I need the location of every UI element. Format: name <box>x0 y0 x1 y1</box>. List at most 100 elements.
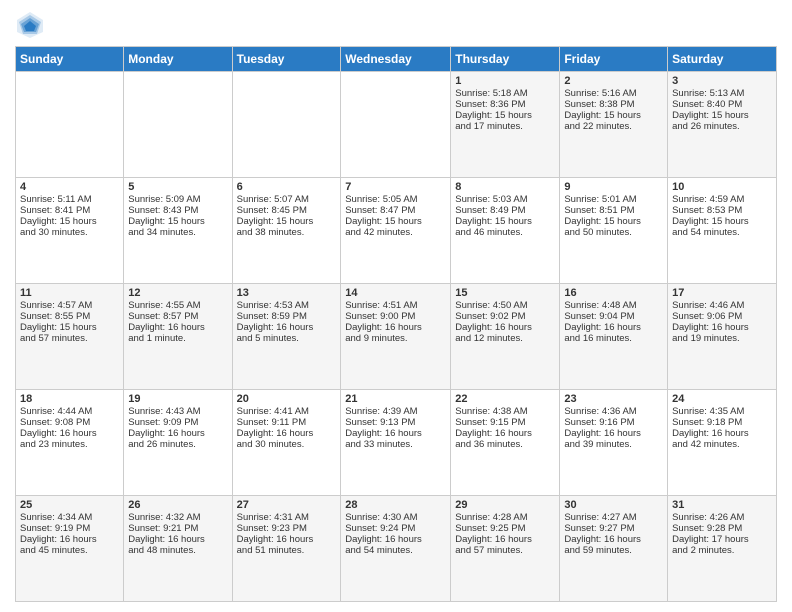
day-info-line: Sunset: 8:55 PM <box>20 311 119 322</box>
day-number: 6 <box>237 181 337 193</box>
calendar-cell: 11Sunrise: 4:57 AMSunset: 8:55 PMDayligh… <box>16 284 124 390</box>
day-info-line: Sunset: 9:15 PM <box>455 417 555 428</box>
calendar-cell: 26Sunrise: 4:32 AMSunset: 9:21 PMDayligh… <box>124 496 232 602</box>
day-info-line: and 33 minutes. <box>345 439 446 450</box>
day-info-line: Sunrise: 4:48 AM <box>564 300 663 311</box>
calendar-cell: 5Sunrise: 5:09 AMSunset: 8:43 PMDaylight… <box>124 178 232 284</box>
day-info-line: and 30 minutes. <box>20 227 119 238</box>
day-number: 3 <box>672 75 772 87</box>
calendar-cell: 6Sunrise: 5:07 AMSunset: 8:45 PMDaylight… <box>232 178 341 284</box>
day-number: 23 <box>564 393 663 405</box>
day-info-line: Sunrise: 4:34 AM <box>20 512 119 523</box>
day-info-line: and 42 minutes. <box>672 439 772 450</box>
logo <box>15 10 49 40</box>
day-info-line: Daylight: 16 hours <box>564 428 663 439</box>
day-number: 31 <box>672 499 772 511</box>
day-info-line: and 51 minutes. <box>237 545 337 556</box>
calendar-cell: 29Sunrise: 4:28 AMSunset: 9:25 PMDayligh… <box>451 496 560 602</box>
calendar-cell: 21Sunrise: 4:39 AMSunset: 9:13 PMDayligh… <box>341 390 451 496</box>
day-info-line: Sunset: 8:47 PM <box>345 205 446 216</box>
day-info-line: and 59 minutes. <box>564 545 663 556</box>
day-info-line: Sunset: 8:53 PM <box>672 205 772 216</box>
day-number: 11 <box>20 287 119 299</box>
day-info-line: Sunrise: 4:27 AM <box>564 512 663 523</box>
day-info-line: Sunrise: 4:39 AM <box>345 406 446 417</box>
day-info-line: Daylight: 16 hours <box>455 534 555 545</box>
day-header-sunday: Sunday <box>16 47 124 72</box>
day-number: 16 <box>564 287 663 299</box>
day-info-line: Sunrise: 4:55 AM <box>128 300 227 311</box>
day-info-line: Sunset: 8:38 PM <box>564 99 663 110</box>
day-number: 4 <box>20 181 119 193</box>
calendar-cell: 7Sunrise: 5:05 AMSunset: 8:47 PMDaylight… <box>341 178 451 284</box>
day-info-line: Sunset: 9:13 PM <box>345 417 446 428</box>
day-info-line: Sunrise: 5:07 AM <box>237 194 337 205</box>
day-info-line: and 9 minutes. <box>345 333 446 344</box>
day-info-line: Sunset: 9:04 PM <box>564 311 663 322</box>
day-info-line: Sunrise: 4:46 AM <box>672 300 772 311</box>
day-info-line: Daylight: 16 hours <box>564 534 663 545</box>
calendar-cell: 30Sunrise: 4:27 AMSunset: 9:27 PMDayligh… <box>560 496 668 602</box>
day-info-line: Sunrise: 5:05 AM <box>345 194 446 205</box>
calendar-cell: 24Sunrise: 4:35 AMSunset: 9:18 PMDayligh… <box>668 390 777 496</box>
day-header-wednesday: Wednesday <box>341 47 451 72</box>
day-info-line: and 19 minutes. <box>672 333 772 344</box>
day-number: 14 <box>345 287 446 299</box>
day-info-line: and 2 minutes. <box>672 545 772 556</box>
day-info-line: Daylight: 15 hours <box>345 216 446 227</box>
day-info-line: and 42 minutes. <box>345 227 446 238</box>
day-info-line: Daylight: 16 hours <box>128 534 227 545</box>
day-info-line: Sunrise: 4:51 AM <box>345 300 446 311</box>
day-info-line: Daylight: 16 hours <box>237 534 337 545</box>
day-info-line: and 16 minutes. <box>564 333 663 344</box>
day-number: 15 <box>455 287 555 299</box>
day-info-line: Sunset: 8:51 PM <box>564 205 663 216</box>
day-info-line: Daylight: 15 hours <box>564 216 663 227</box>
day-info-line: and 5 minutes. <box>237 333 337 344</box>
day-info-line: and 30 minutes. <box>237 439 337 450</box>
day-info-line: and 48 minutes. <box>128 545 227 556</box>
day-info-line: Daylight: 16 hours <box>345 322 446 333</box>
calendar-cell: 10Sunrise: 4:59 AMSunset: 8:53 PMDayligh… <box>668 178 777 284</box>
logo-icon <box>15 10 45 40</box>
day-info-line: Sunset: 9:16 PM <box>564 417 663 428</box>
calendar-cell: 13Sunrise: 4:53 AMSunset: 8:59 PMDayligh… <box>232 284 341 390</box>
calendar-week-row: 1Sunrise: 5:18 AMSunset: 8:36 PMDaylight… <box>16 72 777 178</box>
day-number: 28 <box>345 499 446 511</box>
day-info-line: Sunset: 9:02 PM <box>455 311 555 322</box>
calendar-cell: 31Sunrise: 4:26 AMSunset: 9:28 PMDayligh… <box>668 496 777 602</box>
day-info-line: Daylight: 16 hours <box>237 322 337 333</box>
calendar-cell: 19Sunrise: 4:43 AMSunset: 9:09 PMDayligh… <box>124 390 232 496</box>
calendar-cell <box>124 72 232 178</box>
day-info-line: Sunrise: 4:38 AM <box>455 406 555 417</box>
day-info-line: Sunset: 8:41 PM <box>20 205 119 216</box>
day-info-line: Sunrise: 4:31 AM <box>237 512 337 523</box>
day-info-line: Sunset: 9:24 PM <box>345 523 446 534</box>
day-info-line: and 45 minutes. <box>20 545 119 556</box>
day-header-tuesday: Tuesday <box>232 47 341 72</box>
day-info-line: Daylight: 16 hours <box>20 428 119 439</box>
day-info-line: Daylight: 15 hours <box>128 216 227 227</box>
day-info-line: and 46 minutes. <box>455 227 555 238</box>
day-info-line: Sunrise: 5:09 AM <box>128 194 227 205</box>
day-number: 22 <box>455 393 555 405</box>
calendar-week-row: 25Sunrise: 4:34 AMSunset: 9:19 PMDayligh… <box>16 496 777 602</box>
day-info-line: Daylight: 15 hours <box>237 216 337 227</box>
day-number: 5 <box>128 181 227 193</box>
day-info-line: and 1 minute. <box>128 333 227 344</box>
day-info-line: Sunrise: 4:41 AM <box>237 406 337 417</box>
day-info-line: Sunset: 9:19 PM <box>20 523 119 534</box>
day-info-line: and 38 minutes. <box>237 227 337 238</box>
day-info-line: Daylight: 15 hours <box>20 216 119 227</box>
day-info-line: Daylight: 16 hours <box>455 322 555 333</box>
day-info-line: Sunset: 8:59 PM <box>237 311 337 322</box>
calendar-cell: 25Sunrise: 4:34 AMSunset: 9:19 PMDayligh… <box>16 496 124 602</box>
calendar-week-row: 4Sunrise: 5:11 AMSunset: 8:41 PMDaylight… <box>16 178 777 284</box>
day-info-line: Sunrise: 5:18 AM <box>455 88 555 99</box>
day-info-line: Sunset: 9:27 PM <box>564 523 663 534</box>
day-number: 2 <box>564 75 663 87</box>
day-info-line: Sunrise: 4:44 AM <box>20 406 119 417</box>
day-info-line: Sunset: 9:08 PM <box>20 417 119 428</box>
day-info-line: Sunset: 9:00 PM <box>345 311 446 322</box>
calendar-cell <box>341 72 451 178</box>
